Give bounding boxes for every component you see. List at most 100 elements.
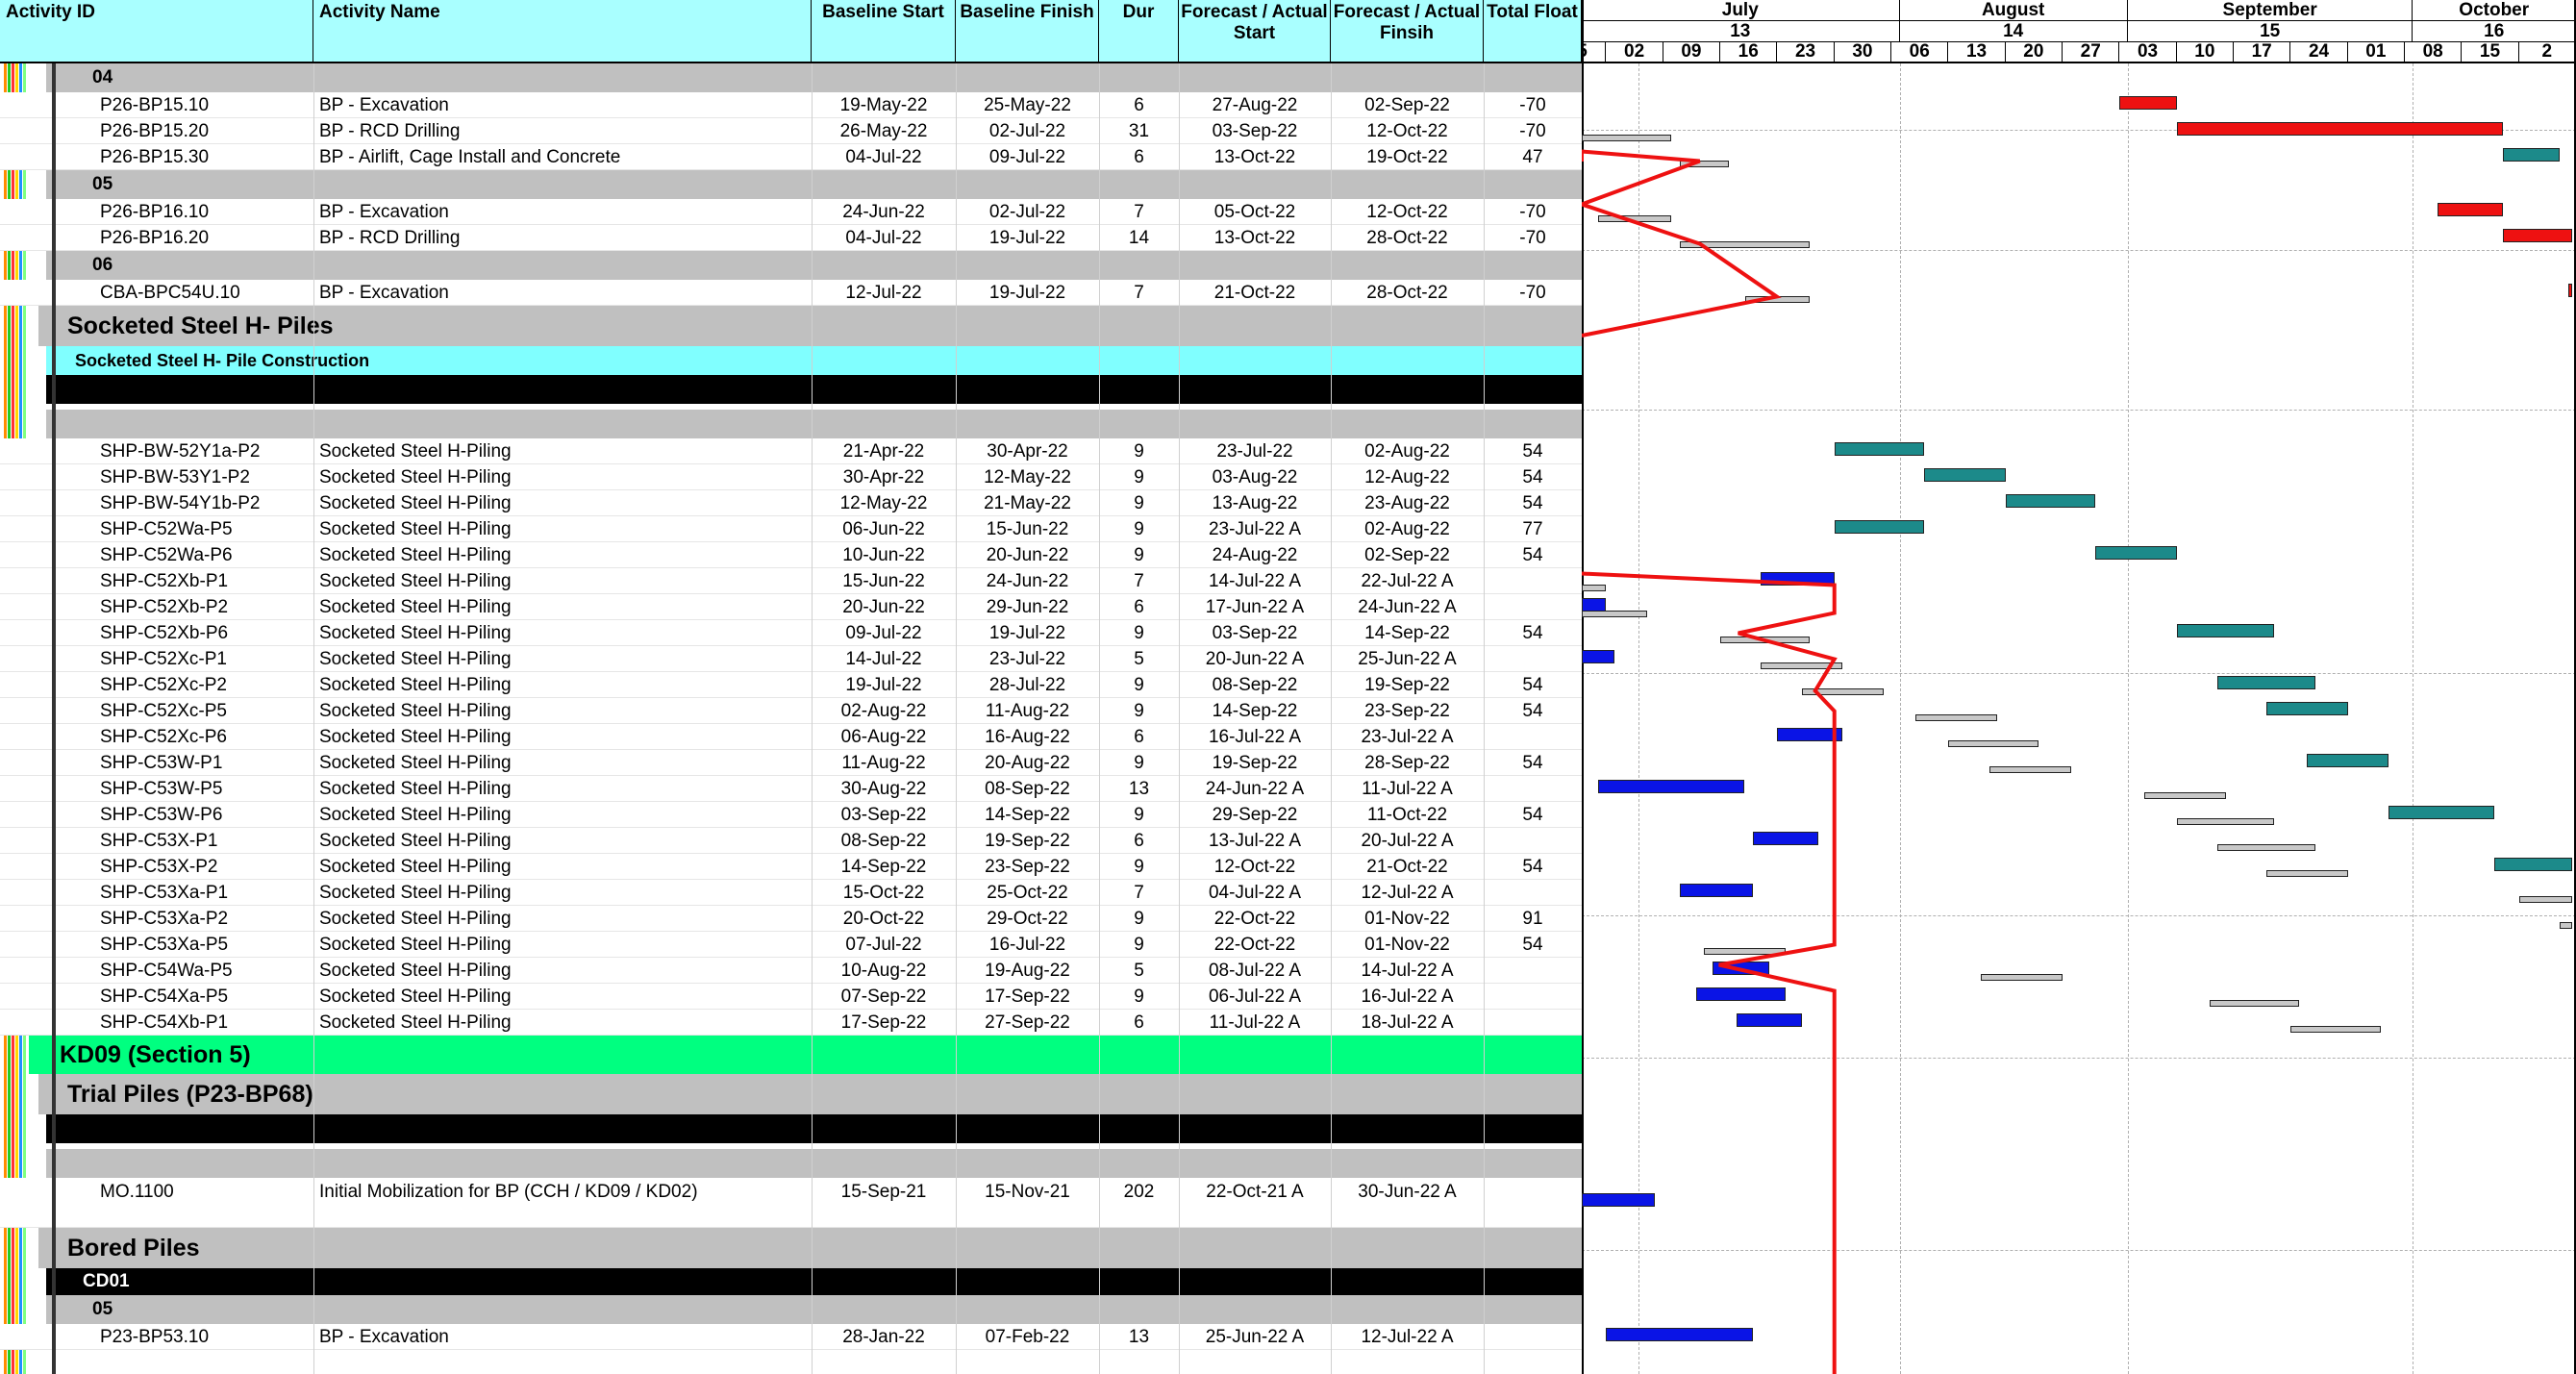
table-row[interactable]: SHP-C54Xa-P5 Socketed Steel H-Piling 07-Se…: [0, 984, 1582, 1010]
column-header-baseline-finish[interactable]: Baseline Finish: [956, 0, 1099, 63]
cell-baseline-start: 15-Oct-22: [842, 883, 925, 903]
table-row[interactable]: SHP-C53W-P1 Socketed Steel H-Piling 11-Aug…: [0, 750, 1582, 776]
cell-forecast-start: 22-Oct-21 A: [1206, 1182, 1304, 1202]
table-row[interactable]: P26-BP15.20 BP - RCD Drilling 26-May-22 02-…: [0, 118, 1582, 144]
activity-table: Activity ID Activity Name Baseline Start Ba…: [0, 0, 1582, 1374]
cell-forecast-start: 22-Oct-22: [1213, 935, 1296, 955]
row-band-sub[interactable]: Socketed Steel H- Pile Construction: [46, 346, 1582, 375]
cell-baseline-finish: 25-Oct-22: [987, 883, 1068, 903]
table-row[interactable]: SHP-C52Xb-P1 Socketed Steel H-Piling 15-Ju…: [0, 568, 1582, 594]
table-row[interactable]: MO.1100 Initial Mobilization for BP (CCH …: [0, 1178, 1582, 1228]
table-row[interactable]: SHP-C52Wa-P5 Socketed Steel H-Piling 06-Ju…: [0, 516, 1582, 542]
table-row[interactable]: SHP-BW-53Y1-P2 Socketed Steel H-Piling 30-…: [0, 464, 1582, 490]
table-row[interactable]: SHP-BW-54Y1b-P2 Socketed Steel H-Piling 12…: [0, 490, 1582, 516]
cell-forecast-start: 04-Jul-22 A: [1208, 883, 1302, 903]
row-band-section[interactable]: KD09 (Section 5): [29, 1036, 1582, 1074]
table-row[interactable]: SHP-C52Xc-P2 Socketed Steel H-Piling 19-Ju…: [0, 672, 1582, 698]
cell-baseline-start: 06-Jun-22: [842, 519, 925, 539]
cell-dur: 6: [1134, 597, 1144, 617]
cell-forecast-start: 22-Oct-22: [1213, 909, 1296, 929]
cell-dur: 5: [1134, 649, 1144, 669]
row-band-wbs[interactable]: Bored Piles: [38, 1228, 1582, 1268]
cell-baseline-start: 14-Jul-22: [845, 649, 922, 669]
group-label: 05: [92, 1299, 113, 1319]
cell-baseline-start: 30-Aug-22: [840, 779, 927, 799]
cell-activity-name: BP - Airlift, Cage Install and Concrete: [319, 147, 621, 167]
row-band-group[interactable]: 06: [46, 251, 1582, 280]
column-header-total-float[interactable]: Total Float: [1484, 0, 1582, 63]
table-row[interactable]: SHP-BW-52Y1a-P2 Socketed Steel H-Piling 21…: [0, 438, 1582, 464]
table-row[interactable]: SHP-C52Xb-P6 Socketed Steel H-Piling 09-Ju…: [0, 620, 1582, 646]
column-header-dur[interactable]: Dur: [1099, 0, 1179, 63]
cell-dur: 9: [1134, 519, 1144, 539]
table-row[interactable]: CBA-BPC54U.10 BP - Excavation 12-Jul-22 19-…: [0, 280, 1582, 306]
table-row[interactable]: SHP-C53Xa-P5 Socketed Steel H-Piling 07-Ju…: [0, 932, 1582, 958]
table-row[interactable]: P26-BP16.20 BP - RCD Drilling 04-Jul-22 19-…: [0, 225, 1582, 251]
progress-line-segment: [1582, 571, 1838, 1374]
table-row[interactable]: SHP-C53W-P5 Socketed Steel H-Piling 30-Aug…: [0, 776, 1582, 802]
cell-baseline-start: 12-May-22: [839, 493, 928, 513]
table-row[interactable]: SHP-C54Wa-P5 Socketed Steel H-Piling 10-Au…: [0, 958, 1582, 984]
cell-activity-name: Socketed Steel H-Piling: [319, 493, 512, 513]
table-row[interactable]: SHP-C52Xc-P5 Socketed Steel H-Piling 02-Au…: [0, 698, 1582, 724]
row-band-group[interactable]: 04: [46, 63, 1582, 92]
row-band-wbs[interactable]: Socketed Steel H- Piles: [38, 306, 1582, 346]
table-row[interactable]: SHP-C52Wa-P6 Socketed Steel H-Piling 10-Ju…: [0, 542, 1582, 568]
cell-activity-id: CBA-BPC54U.10: [100, 283, 240, 303]
table-row[interactable]: P23-BP53.10 BP - Excavation 28-Jan-22 07-Fe…: [0, 1324, 1582, 1350]
cell-baseline-finish: 14-Sep-22: [985, 805, 1070, 825]
row-band-group[interactable]: 05: [46, 170, 1582, 199]
cell-activity-id: SHP-C52Xc-P5: [100, 701, 227, 721]
cell-activity-id: SHP-C52Xb-P2: [100, 597, 229, 617]
table-row[interactable]: P26-BP15.10 BP - Excavation 19-May-22 25-Ma…: [0, 92, 1582, 118]
cell-baseline-finish: 17-Sep-22: [985, 987, 1070, 1007]
table-row[interactable]: SHP-C53Xa-P2 Socketed Steel H-Piling 20-Oc…: [0, 906, 1582, 932]
table-row[interactable]: P26-BP15.30 BP - Airlift, Cage Install an…: [0, 144, 1582, 170]
cell-total-float: 47: [1522, 147, 1543, 167]
row-band-blackgroup[interactable]: CD01: [46, 1268, 1582, 1295]
cell-activity-id: SHP-C52Wa-P5: [100, 519, 233, 539]
table-row[interactable]: SHP-C53W-P6 Socketed Steel H-Piling 03-Sep…: [0, 802, 1582, 828]
cell-baseline-finish: 19-Sep-22: [985, 831, 1070, 851]
cell-total-float: 54: [1522, 675, 1543, 695]
cell-dur: 7: [1134, 571, 1144, 591]
cell-dur: 6: [1134, 727, 1144, 747]
cell-forecast-start: 17-Jun-22 A: [1205, 597, 1305, 617]
table-row[interactable]: SHP-C53Xa-P1 Socketed Steel H-Piling 15-Oc…: [0, 880, 1582, 906]
cell-total-float: 54: [1522, 805, 1543, 825]
column-header-activity-name[interactable]: Activity Name: [313, 0, 812, 63]
column-header-forecast-start[interactable]: Forecast / Actual Start: [1179, 0, 1331, 63]
cell-baseline-start: 11-Aug-22: [841, 753, 926, 773]
cell-activity-name: BP - RCD Drilling: [319, 121, 461, 141]
cell-dur: 6: [1134, 95, 1144, 115]
row-band-wbs[interactable]: Trial Piles (P23-BP68): [38, 1074, 1582, 1114]
cell-baseline-finish: 12-May-22: [984, 467, 1071, 487]
table-row[interactable]: SHP-C52Xc-P6 Socketed Steel H-Piling 06-Au…: [0, 724, 1582, 750]
table-row[interactable]: SHP-C53X-P1 Socketed Steel H-Piling 08-Sep…: [0, 828, 1582, 854]
wbs-title: Bored Piles: [67, 1235, 200, 1262]
table-row[interactable]: SHP-C52Xb-P2 Socketed Steel H-Piling 20-Ju…: [0, 594, 1582, 620]
cell-forecast-finish: 12-Aug-22: [1364, 467, 1450, 487]
cell-total-float: 54: [1522, 857, 1543, 877]
column-header-activity-id[interactable]: Activity ID: [0, 0, 313, 63]
cell-forecast-finish: 12-Jul-22 A: [1361, 1327, 1454, 1347]
column-header-baseline-start[interactable]: Baseline Start: [812, 0, 956, 63]
cell-total-float: 54: [1522, 623, 1543, 643]
cell-total-float: [1489, 776, 1576, 801]
cell-baseline-finish: 15-Nov-21: [985, 1182, 1070, 1202]
cell-baseline-start: 20-Oct-22: [842, 909, 925, 929]
table-row[interactable]: P26-BP16.10 BP - Excavation 24-Jun-22 02-Ju…: [0, 199, 1582, 225]
row-band-group[interactable]: 05: [46, 1295, 1582, 1324]
cell-activity-name: Socketed Steel H-Piling: [319, 909, 512, 929]
cell-forecast-start: 24-Jun-22 A: [1205, 779, 1305, 799]
table-row[interactable]: SHP-C54Xb-P1 Socketed Steel H-Piling 17-Se…: [0, 1010, 1582, 1036]
cell-baseline-start: 07-Jul-22: [845, 935, 922, 955]
column-header-forecast-finish[interactable]: Forecast / Actual Finsih: [1331, 0, 1484, 63]
cell-baseline-finish: 27-Sep-22: [985, 1012, 1070, 1033]
cell-activity-name: Socketed Steel H-Piling: [319, 779, 512, 799]
cell-dur: 9: [1134, 467, 1144, 487]
cell-forecast-finish: 19-Sep-22: [1364, 675, 1450, 695]
table-row[interactable]: SHP-C52Xc-P1 Socketed Steel H-Piling 14-Ju…: [0, 646, 1582, 672]
table-row[interactable]: SHP-C53X-P2 Socketed Steel H-Piling 14-Sep…: [0, 854, 1582, 880]
cell-baseline-finish: 15-Jun-22: [986, 519, 1069, 539]
